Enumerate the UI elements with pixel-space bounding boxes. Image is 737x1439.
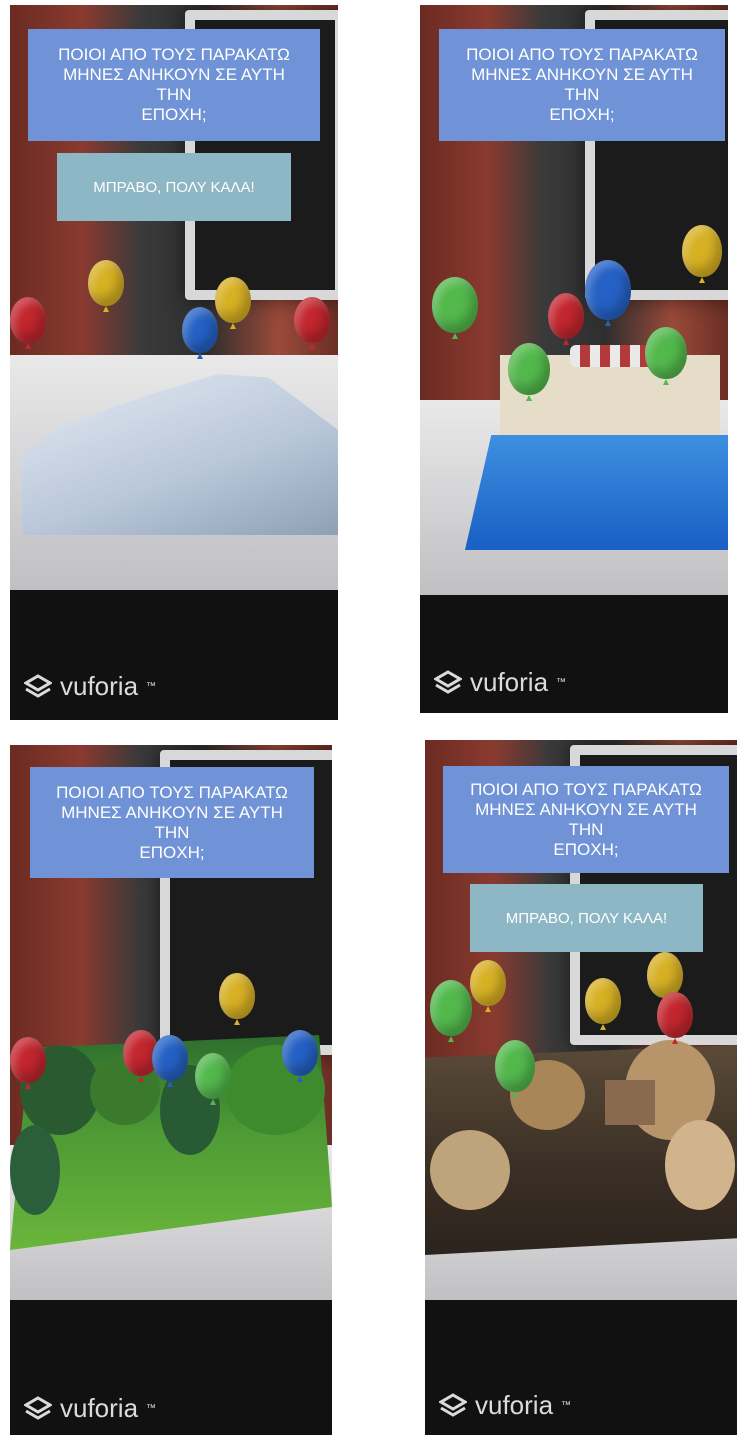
month-balloon-green[interactable] (432, 277, 478, 333)
month-balloon-blue[interactable] (282, 1030, 318, 1076)
month-balloon-blue[interactable] (585, 260, 631, 320)
ar-panel-autumn: ΠΟΙΟΙ ΑΠΟ ΤΟΥΣ ΠΑΡΑΚΑΤΩ ΜΗΝΕΣ ΑΝΗΚΟΥΝ ΣΕ… (425, 740, 737, 1435)
vuforia-brand: vuforia ™ (23, 1393, 156, 1424)
month-balloon-yellow[interactable] (88, 260, 124, 306)
month-balloon-blue[interactable] (152, 1035, 188, 1081)
summer-water (465, 435, 728, 550)
vuforia-logo-icon (438, 1392, 468, 1420)
month-balloon-green[interactable] (430, 980, 472, 1036)
month-balloon-red[interactable] (548, 293, 584, 339)
ar-panel-spring: ΠΟΙΟΙ ΑΠΟ ΤΟΥΣ ΠΑΡΑΚΑΤΩ ΜΗΝΕΣ ΑΝΗΚΟΥΝ ΣΕ… (10, 745, 332, 1435)
ar-panel-summer: ΠΟΙΟΙ ΑΠΟ ΤΟΥΣ ΠΑΡΑΚΑΤΩ ΜΗΝΕΣ ΑΝΗΚΟΥΝ ΣΕ… (420, 5, 728, 713)
vuforia-logo-icon (23, 673, 53, 701)
question-banner: ΠΟΙΟΙ ΑΠΟ ΤΟΥΣ ΠΑΡΑΚΑΤΩ ΜΗΝΕΣ ΑΝΗΚΟΥΝ ΣΕ… (443, 766, 729, 873)
ar-panel-winter: ΠΟΙΟΙ ΑΠΟ ΤΟΥΣ ΠΑΡΑΚΑΤΩ ΜΗΝΕΣ ΑΝΗΚΟΥΝ ΣΕ… (10, 5, 338, 720)
vuforia-brand: vuforia ™ (23, 671, 156, 702)
tree-canopy (10, 1125, 60, 1215)
brand-name: vuforia (60, 671, 139, 701)
month-balloon-yellow[interactable] (215, 277, 251, 323)
brand-name: vuforia (60, 1393, 139, 1423)
month-balloon-red[interactable] (10, 297, 46, 343)
wooden-cabin (605, 1080, 655, 1125)
month-balloon-yellow[interactable] (219, 973, 255, 1019)
question-banner: ΠΟΙΟΙ ΑΠΟ ΤΟΥΣ ΠΑΡΑΚΑΤΩ ΜΗΝΕΣ ΑΝΗΚΟΥΝ ΣΕ… (30, 767, 314, 878)
brand-name: vuforia (475, 1390, 554, 1420)
month-balloon-yellow[interactable] (585, 978, 621, 1024)
month-balloon-red[interactable] (294, 297, 330, 343)
month-balloon-red[interactable] (657, 992, 693, 1038)
month-balloon-green[interactable] (495, 1040, 535, 1092)
month-balloon-green[interactable] (195, 1053, 231, 1099)
month-balloon-yellow[interactable] (647, 952, 683, 998)
month-balloon-blue[interactable] (182, 307, 218, 353)
month-balloon-green[interactable] (508, 343, 550, 395)
vuforia-brand: vuforia ™ (438, 1390, 571, 1421)
brand-name: vuforia (470, 667, 549, 697)
vuforia-brand: vuforia ™ (433, 667, 566, 698)
month-balloon-red[interactable] (10, 1037, 46, 1083)
question-banner: ΠΟΙΟΙ ΑΠΟ ΤΟΥΣ ΠΑΡΑΚΑΤΩ ΜΗΝΕΣ ΑΝΗΚΟΥΝ ΣΕ… (439, 29, 725, 141)
month-balloon-green[interactable] (645, 327, 687, 379)
feedback-banner: ΜΠΡΑΒΟ, ΠΟΛΥ ΚΑΛΑ! (57, 153, 291, 221)
tree-canopy (430, 1130, 510, 1210)
vuforia-logo-icon (433, 669, 463, 697)
feedback-banner: ΜΠΡΑΒΟ, ΠΟΛΥ ΚΑΛΑ! (470, 884, 703, 952)
month-balloon-yellow[interactable] (682, 225, 722, 277)
vuforia-logo-icon (23, 1395, 53, 1423)
month-balloon-yellow[interactable] (470, 960, 506, 1006)
question-banner: ΠΟΙΟΙ ΑΠΟ ΤΟΥΣ ΠΑΡΑΚΑΤΩ ΜΗΝΕΣ ΑΝΗΚΟΥΝ ΣΕ… (28, 29, 320, 141)
tree-canopy (665, 1120, 735, 1210)
